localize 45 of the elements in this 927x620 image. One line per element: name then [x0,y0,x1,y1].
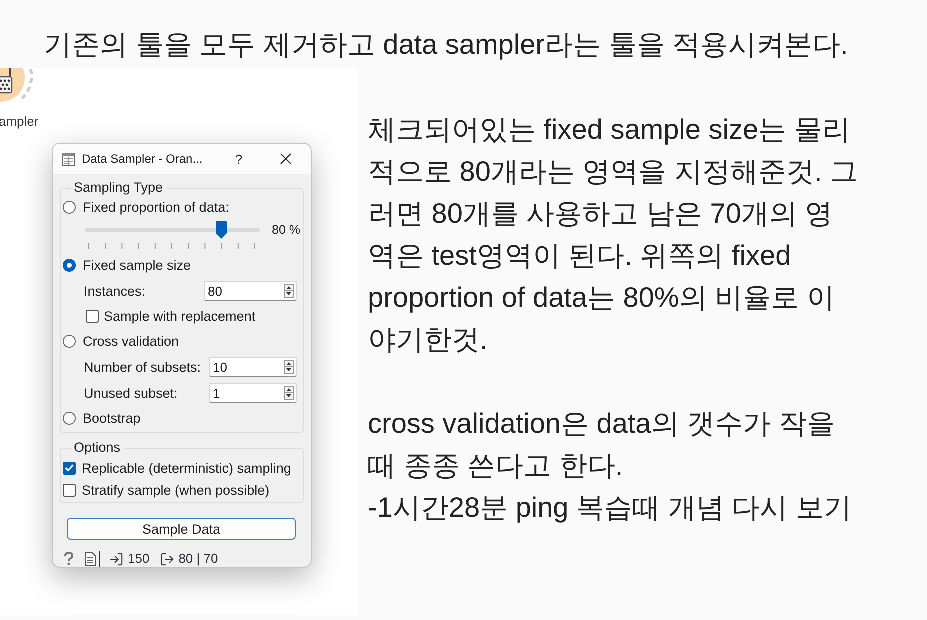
checkbox[interactable] [86,310,99,323]
group-title: Options [73,441,122,455]
input-count: 150 [128,551,150,567]
help-icon[interactable] [64,552,74,566]
field-label: Instances: [84,284,146,298]
window-icon [62,152,75,166]
checkbox-label: Replicable (deterministic) sampling [82,460,292,476]
output-count: 80 | 70 [178,551,218,567]
number-field[interactable]: 10 [209,357,297,377]
radio-label: Cross validation [83,334,180,349]
radio-button[interactable] [63,201,76,214]
window-title: Data Sampler - Oran... [82,152,203,166]
radio-label: Fixed proportion of data: [83,200,230,215]
close-icon [280,153,292,165]
slider-track[interactable] [85,221,260,239]
radio-button[interactable] [63,335,76,348]
input-icon [109,552,124,566]
spin-arrows-icon[interactable] [284,284,294,298]
number-field[interactable]: 1 [209,383,297,403]
checkbox[interactable] [63,462,76,474]
checkmark-icon [65,464,74,472]
group-title: Sampling Type [73,181,164,195]
radio-button[interactable] [63,412,76,425]
checkbox-label: Stratify sample (when possible) [82,482,270,498]
slider-thumb[interactable] [216,221,228,239]
document-icon[interactable] [85,552,96,566]
output-icon [160,552,175,566]
radio-label: Bootstrap [83,411,141,426]
note-text: -1시간28분 ping 복습때 개념 다시 보기 [368,491,853,525]
field-label: Unused subset: [84,386,178,400]
spin-arrows-icon[interactable] [284,386,294,400]
spin-arrows-icon[interactable] [284,360,294,374]
note-text: cross validation은 data의 갯수가 작을 때 종종 쓴다고 한다. [368,407,836,483]
checkbox[interactable] [63,484,76,496]
field-label: Number of subsets: [84,360,202,374]
slider-value: 80 % [272,223,300,237]
heading-text: 기존의 툴을 모두 제거하고 data sampler라는 툴을 적용시켜본다. [44,28,848,62]
help-button[interactable]: ? [229,144,249,174]
checkbox-label: Sample with replacement [104,309,256,324]
dice-node-icon[interactable] [0,68,35,104]
radio-button[interactable] [63,259,76,272]
sample-data-button[interactable]: Sample Data [67,518,296,540]
radio-label: Fixed sample size [83,258,192,273]
note-text: 체크되어있는 fixed sample size는 물리적으로 80개라는 영역을 지정해준것. 그러면 80개를 사용하고 남은 70개의 영역은 test영역이 된다. 위쪽의 fixed proportion of data는 80%의 비율로 이야기한것. [368,113,860,357]
number-field[interactable]: 80 [204,281,297,301]
